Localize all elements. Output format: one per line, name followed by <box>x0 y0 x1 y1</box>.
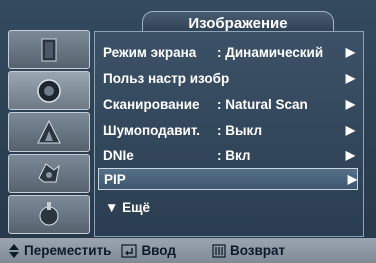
menu-item-value: : Natural Scan <box>217 96 308 112</box>
chevron-right-icon: ▶ <box>345 97 355 111</box>
chevron-right-icon: ▶ <box>345 45 355 59</box>
menu-item-value: : Вкл <box>217 147 251 163</box>
menu-item-value: : Динамический <box>217 44 324 60</box>
sidebar-item-input[interactable] <box>8 30 90 70</box>
help-move: Переместить <box>8 243 111 258</box>
sidebar-item-sound[interactable] <box>8 112 90 152</box>
help-move-label: Переместить <box>24 243 112 258</box>
menu-item-dnie[interactable]: DNIe : Вкл ▶ <box>103 144 355 166</box>
chevron-right-icon: ▶ <box>345 148 355 162</box>
menu-panel: Режим экрана : Динамический ▶ Польз наст… <box>94 31 364 237</box>
menu-item-pip[interactable]: PIP ▶ <box>98 168 358 190</box>
menu-item-scanning[interactable]: Сканирование : Natural Scan ▶ <box>103 93 355 115</box>
help-enter: Ввод <box>121 243 176 258</box>
setup-icon <box>34 199 64 229</box>
osd-menu-frame: Изображение Режим экрана: Динамический … <box>0 0 376 263</box>
enter-icon <box>121 243 138 258</box>
sidebar-item-picture[interactable] <box>8 71 90 111</box>
more-items-button[interactable]: ▼ Ещё <box>105 200 150 215</box>
menu-item-label: DNIe <box>103 147 134 163</box>
menu-item-label: Польз настр изобр <box>103 70 230 86</box>
picture-icon <box>34 76 64 106</box>
help-bar: Переместить Ввод Возврат <box>0 238 376 263</box>
help-enter-label: Ввод <box>141 243 176 258</box>
chevron-right-icon: ▶ <box>347 172 357 186</box>
sidebar-item-channel[interactable] <box>8 153 90 193</box>
chevron-right-icon: ▶ <box>345 123 355 137</box>
up-down-arrows-icon <box>8 243 20 258</box>
category-sidebar <box>8 30 90 235</box>
input-icon <box>34 35 64 65</box>
menu-item-label: Режим экрана <box>103 44 197 60</box>
menu-item-noise-reduction[interactable]: Шумоподавит. : Выкл ▶ <box>103 119 355 141</box>
return-icon <box>212 243 226 258</box>
chevron-right-icon: ▶ <box>345 71 355 85</box>
sound-icon <box>34 117 64 147</box>
menu-item-label: Шумоподавит. <box>103 122 201 138</box>
sidebar-item-setup[interactable] <box>8 194 90 235</box>
help-return-label: Возврат <box>229 243 286 258</box>
menu-item-screen-mode[interactable]: Режим экрана : Динамический ▶ <box>103 41 355 63</box>
menu-item-label: Сканирование <box>103 96 200 112</box>
channel-icon <box>34 158 64 188</box>
menu-item-value: : Выкл <box>217 122 263 138</box>
menu-item-custom-picture[interactable]: Польз настр изобр ▶ <box>103 67 355 89</box>
menu-item-label: PIP <box>104 171 126 187</box>
help-return: Возврат <box>212 243 285 258</box>
